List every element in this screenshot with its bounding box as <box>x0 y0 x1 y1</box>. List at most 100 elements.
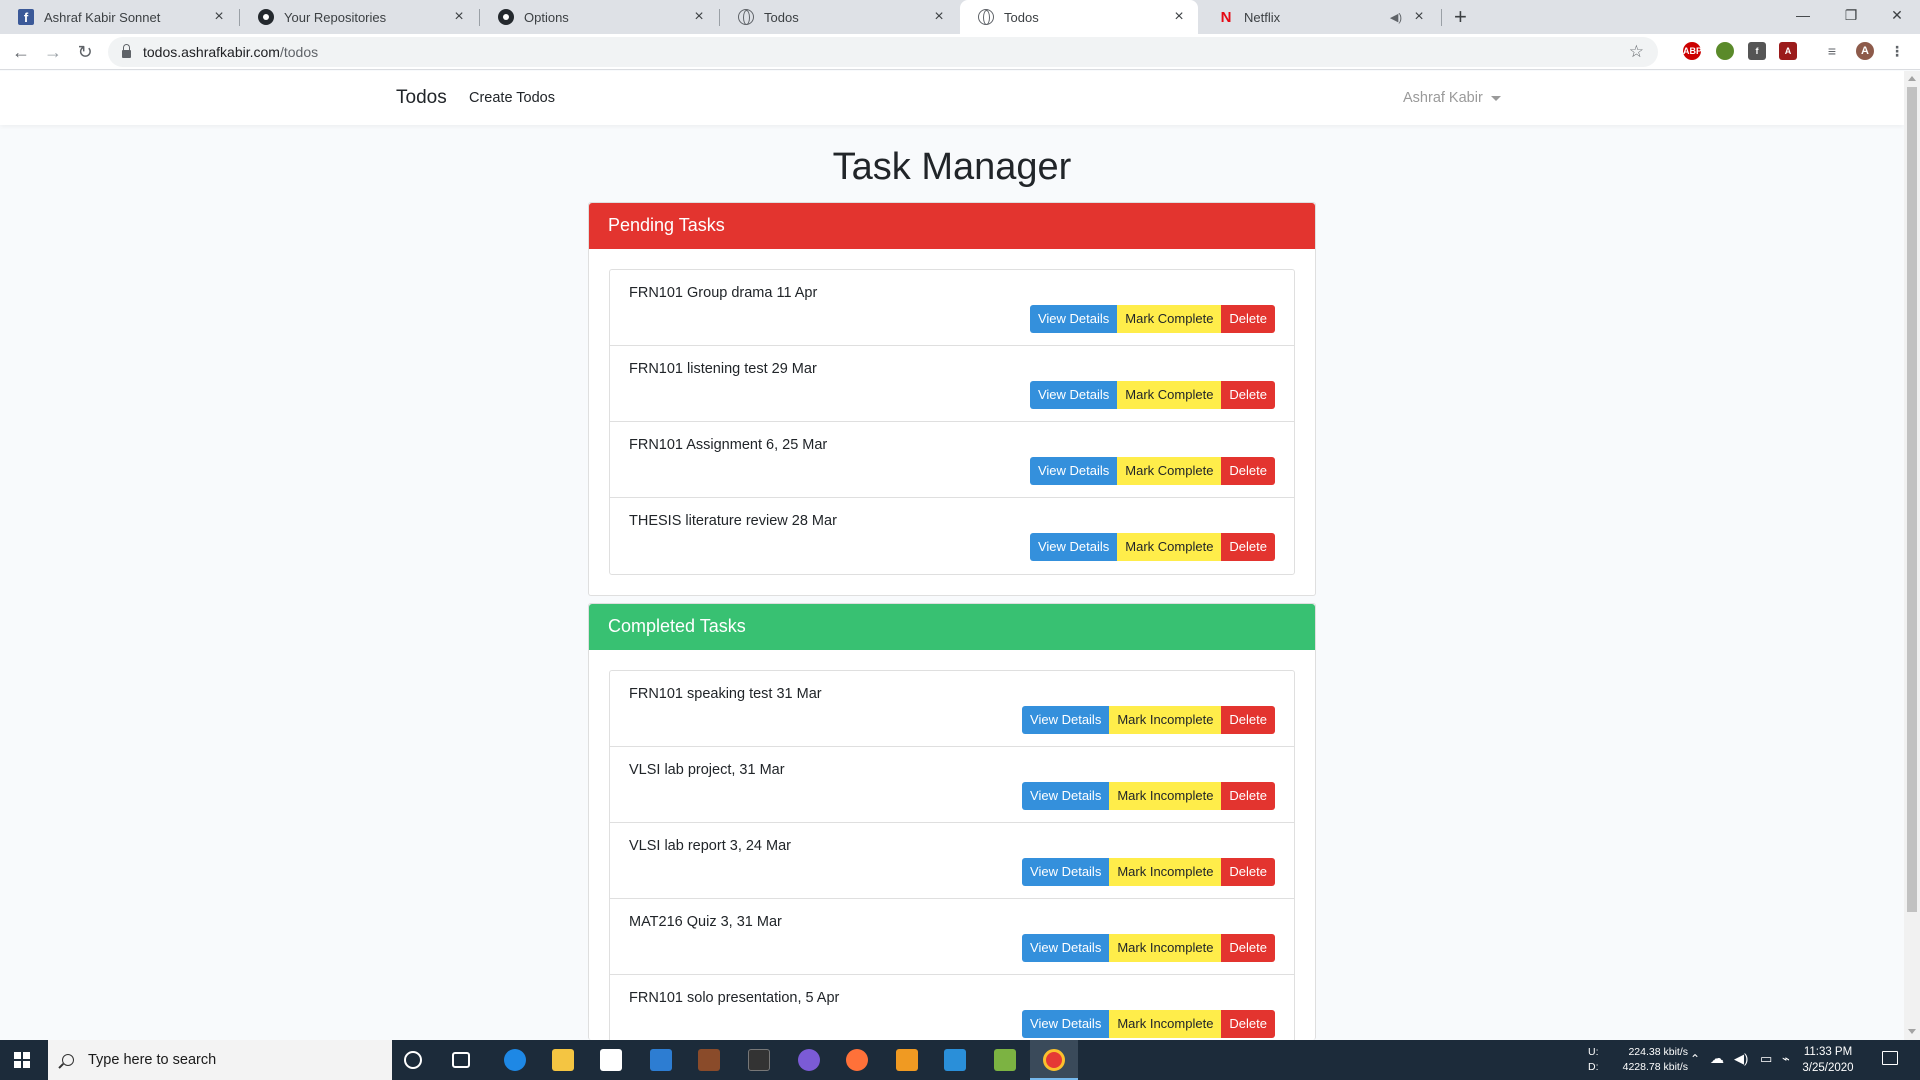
mark-complete-button[interactable]: Mark Complete <box>1117 305 1222 333</box>
scroll-thumb[interactable] <box>1907 87 1917 912</box>
profile-avatar-icon[interactable]: A <box>1856 42 1874 60</box>
delete-button[interactable]: Delete <box>1221 858 1275 886</box>
completed-tasks-card: Completed Tasks FRN101 speaking test 31 … <box>588 603 1316 1040</box>
scroll-up-icon[interactable] <box>1908 76 1916 81</box>
mark-incomplete-button[interactable]: Mark Incomplete <box>1109 706 1222 734</box>
taskbar-search[interactable]: Type here to search <box>48 1040 392 1080</box>
task-actions: View Details Mark Incomplete Delete <box>1022 1010 1275 1038</box>
delete-button[interactable]: Delete <box>1221 1010 1275 1038</box>
url-path: /todos <box>279 44 319 60</box>
search-icon <box>62 1054 74 1066</box>
edge-icon[interactable] <box>504 1049 526 1071</box>
extension-f-icon[interactable]: f <box>1748 42 1766 60</box>
file-explorer-icon[interactable] <box>552 1049 574 1071</box>
close-icon[interactable]: × <box>450 8 468 26</box>
tab-facebook[interactable]: f Ashraf Kabir Sonnet × <box>0 0 238 34</box>
view-details-button[interactable]: View Details <box>1022 782 1110 810</box>
view-details-button[interactable]: View Details <box>1022 858 1110 886</box>
clock-time: 11:33 PM <box>1803 1046 1853 1058</box>
mark-complete-button[interactable]: Mark Complete <box>1117 381 1222 409</box>
delete-button[interactable]: Delete <box>1221 934 1275 962</box>
view-details-button[interactable]: View Details <box>1022 706 1110 734</box>
tab-todos[interactable]: Todos × <box>720 0 958 34</box>
scroll-down-icon[interactable] <box>1908 1029 1916 1034</box>
clock[interactable]: 11:33 PM 3/25/2020 <box>1794 1044 1862 1076</box>
view-details-button[interactable]: View Details <box>1029 381 1118 409</box>
task-view-icon[interactable] <box>452 1052 470 1068</box>
task-text: MAT216 Quiz 3, 31 Mar <box>629 914 782 930</box>
firefox-icon[interactable] <box>846 1049 868 1071</box>
close-icon[interactable]: × <box>690 8 708 26</box>
close-icon[interactable]: × <box>930 8 948 26</box>
completed-task-list: FRN101 speaking test 31 Mar View Details M… <box>609 670 1295 1040</box>
task-text: FRN101 Assignment 6, 25 Mar <box>629 437 828 453</box>
battery-icon[interactable]: ▭ <box>1760 1051 1772 1080</box>
menu-icon[interactable]: ⋮ <box>1888 42 1906 60</box>
network-icon[interactable]: ⌁ <box>1782 1051 1790 1080</box>
brand-link[interactable]: Todos <box>396 87 447 109</box>
delete-button[interactable]: Delete <box>1221 533 1275 561</box>
delete-button[interactable]: Delete <box>1221 782 1275 810</box>
onedrive-icon[interactable]: ☁ <box>1710 1050 1724 1080</box>
vscode-icon[interactable] <box>944 1049 966 1071</box>
terminal-icon[interactable] <box>748 1049 770 1071</box>
close-icon[interactable]: × <box>1170 8 1188 26</box>
create-todos-link[interactable]: Create Todos <box>469 90 555 106</box>
chrome-icon[interactable] <box>1043 1049 1065 1071</box>
sublime-text-icon[interactable] <box>896 1049 918 1071</box>
tab-options[interactable]: Options × <box>480 0 718 34</box>
reload-icon[interactable]: ↻ <box>73 40 97 64</box>
chevron-up-icon[interactable]: ⌃ <box>1690 1052 1700 1080</box>
close-icon[interactable]: × <box>1410 8 1428 26</box>
cortana-icon[interactable] <box>404 1051 422 1069</box>
mark-incomplete-button[interactable]: Mark Incomplete <box>1109 782 1222 810</box>
page-scrollbar[interactable] <box>1904 71 1920 1040</box>
address-bar[interactable]: todos.ashrafkabir.com/todos ☆ <box>108 37 1658 67</box>
minimize-icon[interactable]: — <box>1780 0 1826 30</box>
delete-button[interactable]: Delete <box>1221 305 1275 333</box>
view-details-button[interactable]: View Details <box>1022 1010 1110 1038</box>
media-control-icon[interactable]: ≡ <box>1823 42 1841 60</box>
app-purple-icon[interactable] <box>798 1049 820 1071</box>
mark-incomplete-button[interactable]: Mark Incomplete <box>1109 934 1222 962</box>
task-item: VLSI lab project, 31 Mar View Details Mark… <box>610 747 1294 823</box>
task-actions: View Details Mark Incomplete Delete <box>1022 782 1275 810</box>
new-tab-button[interactable]: + <box>1454 4 1467 30</box>
extension-icon[interactable] <box>1716 42 1734 60</box>
volume-icon[interactable]: ◀) <box>1734 1051 1748 1080</box>
bookmark-star-icon[interactable]: ☆ <box>1629 42 1644 62</box>
tab-todos-active[interactable]: Todos × <box>960 0 1198 34</box>
forward-icon[interactable]: → <box>41 40 65 64</box>
mail-icon[interactable] <box>650 1049 672 1071</box>
pdf-icon[interactable]: A <box>1779 42 1797 60</box>
view-details-button[interactable]: View Details <box>1029 305 1118 333</box>
taskbar-search-placeholder: Type here to search <box>88 1052 217 1068</box>
mark-complete-button[interactable]: Mark Complete <box>1117 457 1222 485</box>
view-details-button[interactable]: View Details <box>1022 934 1110 962</box>
task-text: THESIS literature review 28 Mar <box>629 513 837 529</box>
notepad-icon[interactable] <box>994 1049 1016 1071</box>
mark-incomplete-button[interactable]: Mark Incomplete <box>1109 1010 1222 1038</box>
action-center-icon[interactable] <box>1882 1051 1898 1065</box>
user-dropdown[interactable]: Ashraf Kabir <box>1403 90 1501 106</box>
windows-start-icon[interactable] <box>14 1052 30 1068</box>
speaker-icon[interactable]: ◀) <box>1390 11 1402 24</box>
delete-button[interactable]: Delete <box>1221 457 1275 485</box>
store-icon[interactable] <box>600 1049 622 1071</box>
mark-complete-button[interactable]: Mark Complete <box>1117 533 1222 561</box>
back-icon[interactable]: ← <box>9 40 33 64</box>
tab-repositories[interactable]: Your Repositories × <box>240 0 478 34</box>
adblock-icon[interactable]: ABP <box>1683 42 1702 60</box>
tab-netflix[interactable]: N Netflix ◀) × <box>1200 0 1438 34</box>
restore-icon[interactable]: ❐ <box>1828 0 1874 30</box>
view-details-button[interactable]: View Details <box>1029 457 1118 485</box>
close-window-icon[interactable]: ✕ <box>1874 0 1920 30</box>
winrar-icon[interactable] <box>698 1049 720 1071</box>
mark-incomplete-button[interactable]: Mark Incomplete <box>1109 858 1222 886</box>
view-details-button[interactable]: View Details <box>1029 533 1118 561</box>
close-icon[interactable]: × <box>210 8 228 26</box>
windows-taskbar: Type here to search U: 224.38 kbit/s D: 42… <box>0 1040 1920 1080</box>
delete-button[interactable]: Delete <box>1221 706 1275 734</box>
delete-button[interactable]: Delete <box>1221 381 1275 409</box>
task-item: FRN101 Assignment 6, 25 Mar View Details M… <box>610 422 1294 498</box>
